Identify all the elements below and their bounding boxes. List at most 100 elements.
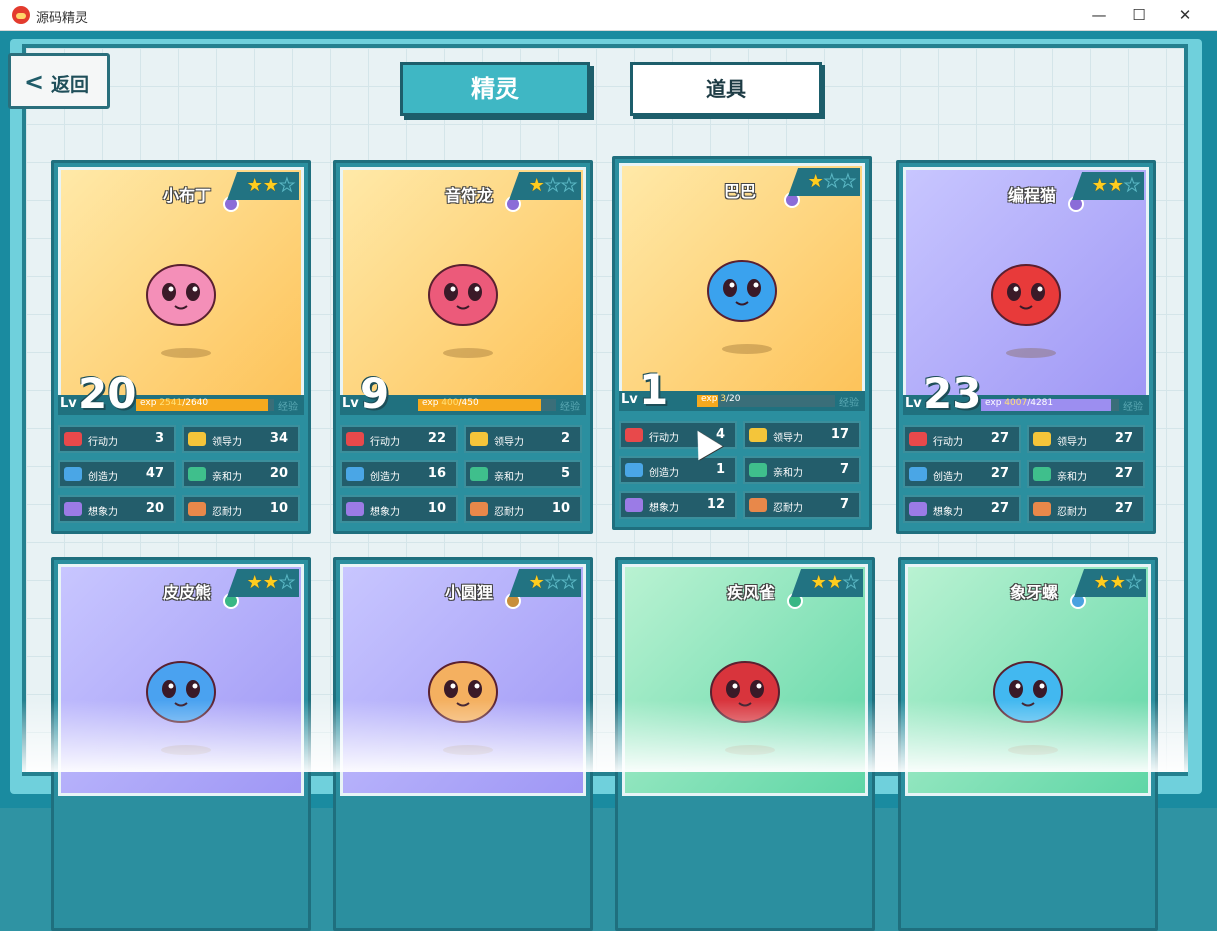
stat-item: 忍耐力 10 bbox=[182, 495, 300, 523]
sprite-name-text: 巴巴 bbox=[724, 182, 757, 201]
star-empty-icon: ★ bbox=[560, 175, 577, 197]
level-label: Lv bbox=[342, 396, 359, 411]
close-button[interactable]: ✕ bbox=[1162, 0, 1208, 30]
stat-label: 想象力 bbox=[649, 503, 679, 514]
level-label: Lv bbox=[905, 396, 922, 411]
creature-shadow bbox=[1006, 348, 1056, 358]
stat-value: 20 bbox=[145, 501, 164, 516]
creature-shadow bbox=[722, 344, 772, 354]
exp-text: exp 4007/4281 bbox=[985, 398, 1053, 408]
star-empty-icon: ★ bbox=[1125, 572, 1142, 594]
stat-icon bbox=[909, 502, 927, 516]
stat-item: 创造力 47 bbox=[58, 460, 176, 488]
exp-bar: exp 2541/2640 bbox=[136, 398, 274, 411]
exp-text: exp 400/450 bbox=[422, 398, 479, 408]
app-logo-icon bbox=[12, 6, 30, 24]
stat-icon bbox=[625, 463, 643, 477]
window-title: 源码精灵 bbox=[36, 11, 89, 26]
stat-label: 领导力 bbox=[212, 437, 242, 448]
stat-icon bbox=[64, 432, 82, 446]
stat-value: 22 bbox=[427, 431, 446, 446]
stat-value: 27 bbox=[1114, 501, 1133, 516]
stat-value: 20 bbox=[269, 466, 288, 481]
stat-icon bbox=[188, 502, 206, 516]
exp-bar: exp 400/450 bbox=[418, 398, 556, 411]
stat-value: 16 bbox=[427, 466, 446, 481]
tab-sprites[interactable]: 精灵 bbox=[400, 62, 590, 116]
sprite-name-text: 音符龙 bbox=[445, 186, 494, 205]
stat-item: 想象力 10 bbox=[340, 495, 458, 523]
stat-value: 7 bbox=[839, 497, 849, 512]
creature-shadow bbox=[443, 348, 493, 358]
stat-label: 忍耐力 bbox=[494, 507, 524, 518]
card-artwork: 小布丁 ★★★ bbox=[58, 167, 304, 399]
exp-label: exp bbox=[985, 398, 1005, 408]
sprite-card[interactable]: 音符龙 ★★★ Lv 9 exp 400/450 经验 行动力 22 领导力 2 创造力 16 亲和力 5… bbox=[333, 160, 593, 534]
card-artwork: 编程猫 ★★★ bbox=[903, 167, 1149, 399]
stat-value: 27 bbox=[990, 466, 1009, 481]
stat-label: 行动力 bbox=[649, 433, 679, 444]
stat-label: 创造力 bbox=[370, 472, 400, 483]
creature-illustration bbox=[692, 236, 792, 336]
star-rating: ★★★ bbox=[1074, 569, 1146, 597]
star-empty-icon: ★ bbox=[842, 572, 859, 594]
exp-text: exp 3/20 bbox=[701, 394, 741, 404]
stat-icon bbox=[346, 432, 364, 446]
stat-item: 想象力 27 bbox=[903, 495, 1021, 523]
star-filled-icon: ★ bbox=[1091, 175, 1108, 196]
stat-value: 10 bbox=[551, 501, 570, 516]
star-rating: ★★★ bbox=[227, 172, 299, 200]
stat-value: 10 bbox=[269, 501, 288, 516]
stat-icon bbox=[346, 467, 364, 481]
sprite-name: 皮皮熊 bbox=[141, 579, 239, 609]
stat-item: 行动力 27 bbox=[903, 425, 1021, 453]
sprite-name: 疾风雀 bbox=[705, 579, 803, 609]
level-number: 9 bbox=[360, 369, 390, 418]
exp-label: exp bbox=[701, 394, 721, 404]
stat-value: 27 bbox=[990, 431, 1009, 446]
sprite-name: 音符龙 bbox=[423, 182, 521, 212]
star-filled-icon: ★ bbox=[528, 175, 545, 196]
stat-icon bbox=[64, 467, 82, 481]
star-filled-icon: ★ bbox=[262, 572, 279, 593]
tab-items[interactable]: 道具 bbox=[630, 62, 822, 116]
star-empty-icon: ★ bbox=[1123, 175, 1140, 197]
sprite-name: 巴巴 bbox=[702, 178, 800, 208]
creature-illustration bbox=[413, 240, 513, 340]
stat-icon bbox=[909, 432, 927, 446]
star-filled-icon: ★ bbox=[528, 572, 545, 593]
star-filled-icon: ★ bbox=[1109, 572, 1126, 593]
level-number: 23 bbox=[923, 369, 982, 418]
level-bar: Lv 1 exp 3/20 经验 bbox=[619, 365, 865, 414]
sprite-name: 小圆狸 bbox=[423, 579, 521, 609]
level-bar: Lv 20 exp 2541/2640 经验 bbox=[58, 369, 304, 418]
sprite-name-text: 编程猫 bbox=[1008, 186, 1057, 205]
stat-label: 领导力 bbox=[1057, 437, 1087, 448]
stat-value: 27 bbox=[1114, 466, 1133, 481]
stat-value: 34 bbox=[269, 431, 288, 446]
sprite-card[interactable]: 巴巴 ★★★ Lv 1 exp 3/20 经验 行动力 4 领导力 17 创造力 1 亲和力 7 想象力 12… bbox=[612, 156, 872, 530]
star-rating: ★★★ bbox=[509, 172, 581, 200]
exp-label: exp bbox=[140, 398, 160, 408]
sprite-card[interactable]: 小布丁 ★★★ Lv 20 exp 2541/2640 经验 行动力 3 领导力 34 创造力 47 亲… bbox=[51, 160, 311, 534]
stat-item: 想象力 12 bbox=[619, 491, 737, 519]
star-rating: ★★★ bbox=[509, 569, 581, 597]
maximize-button[interactable]: ☐ bbox=[1116, 0, 1162, 30]
stat-item: 领导力 17 bbox=[743, 421, 861, 449]
stat-icon bbox=[1033, 432, 1051, 446]
sprite-card[interactable]: 编程猫 ★★★ Lv 23 exp 4007/4281 经验 行动力 27 领导力 27 创造力 27… bbox=[896, 160, 1156, 534]
back-button[interactable]: < 返回 bbox=[8, 53, 110, 109]
level-number: 20 bbox=[78, 369, 137, 418]
creature-illustration bbox=[976, 240, 1076, 340]
card-artwork: 巴巴 ★★★ bbox=[619, 163, 865, 395]
star-empty-icon: ★ bbox=[278, 175, 295, 197]
stat-label: 创造力 bbox=[88, 472, 118, 483]
stat-icon bbox=[470, 432, 488, 446]
stat-item: 忍耐力 7 bbox=[743, 491, 861, 519]
level-label: Lv bbox=[60, 396, 77, 411]
stat-icon bbox=[625, 498, 643, 512]
stat-label: 忍耐力 bbox=[773, 503, 803, 514]
star-filled-icon: ★ bbox=[246, 572, 263, 593]
back-label: 返回 bbox=[51, 74, 90, 96]
stat-item: 亲和力 20 bbox=[182, 460, 300, 488]
